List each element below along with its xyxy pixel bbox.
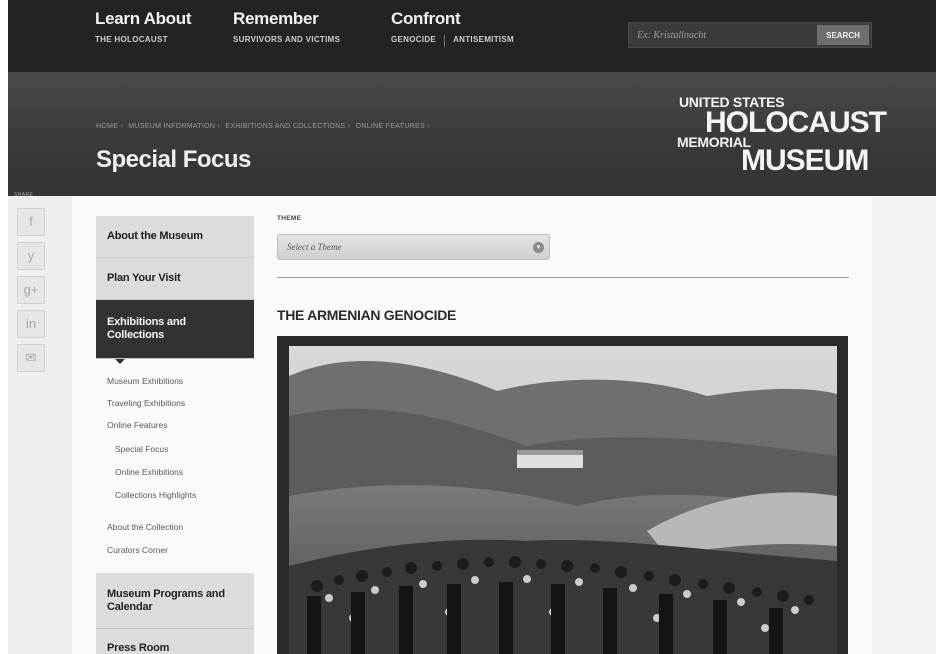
share-label: SHARE	[14, 192, 34, 198]
sidebar-item-exhibitions-and-collections[interactable]: Exhibitions and Collections	[96, 300, 254, 359]
googleplus-icon: g+	[23, 282, 39, 297]
breadcrumb-home[interactable]: HOME ›	[96, 123, 123, 130]
googleplus-share-button[interactable]: g+	[17, 276, 45, 304]
search-box: SEARCH	[628, 22, 872, 48]
sidebar-item-plan-your-visit[interactable]: Plan Your Visit	[96, 258, 254, 300]
facebook-share-button[interactable]: f	[17, 208, 45, 236]
logo-line-museum: MUSEUM	[741, 144, 869, 177]
nav-link-genocide[interactable]: GENOCIDE	[391, 35, 436, 44]
right-gutter	[872, 196, 936, 654]
page-title: Special Focus	[96, 146, 251, 173]
sidebar-item-about-the-museum[interactable]: About the Museum	[96, 216, 254, 258]
nav-learn-about[interactable]: Learn About THE HOLOCAUST	[95, 10, 191, 47]
sidebar-item-press-room[interactable]: Press Room	[96, 629, 254, 654]
theme-select[interactable]: Select a Theme ▾	[277, 234, 550, 260]
nav-confront[interactable]: Confront GENOCIDE ANTISEMITISM	[391, 10, 514, 47]
sidebar-subitem-curators-corner[interactable]: Curators Corner	[107, 545, 168, 555]
armenian-genocide-photo[interactable]	[277, 336, 848, 654]
theme-label: THEME	[277, 215, 302, 222]
nav-remember[interactable]: Remember SURVIVORS AND VICTIMS	[233, 10, 340, 47]
museum-logo[interactable]: UNITED STATES HOLOCAUST MEMORIAL MUSEUM	[677, 94, 887, 184]
sidebar-subitem-about-the-collection[interactable]: About the Collection	[107, 522, 183, 532]
section-divider	[277, 277, 849, 278]
email-share-button[interactable]: ✉	[17, 344, 45, 372]
sidebar-subitem-online-exhibitions[interactable]: Online Exhibitions	[115, 467, 183, 477]
nav-title-confront[interactable]: Confront	[391, 10, 514, 28]
sidebar-subitem-collections-highlights[interactable]: Collections Highlights	[115, 490, 196, 500]
nav-separator	[444, 34, 446, 47]
twitter-icon: y	[27, 248, 35, 263]
active-item-caret	[115, 359, 125, 364]
top-navigation: Learn About THE HOLOCAUST Remember SURVI…	[8, 0, 936, 72]
search-input[interactable]	[629, 23, 815, 47]
nav-link-survivors-and-victims[interactable]: SURVIVORS AND VICTIMS	[233, 35, 340, 44]
email-icon: ✉	[25, 350, 37, 365]
breadcrumb-exhibitions-and-collections[interactable]: EXHIBITIONS AND COLLECTIONS ›	[225, 123, 350, 130]
facebook-icon: f	[29, 214, 33, 229]
nav-title-learn-about[interactable]: Learn About	[95, 10, 191, 28]
linkedin-share-button[interactable]: in	[17, 310, 45, 338]
theme-select-value: Select a Theme	[287, 242, 342, 252]
breadcrumb: HOME › MUSEUM INFORMATION › EXHIBITIONS …	[96, 123, 433, 130]
breadcrumb-museum-information[interactable]: MUSEUM INFORMATION ›	[128, 123, 220, 130]
sidebar-subitem-special-focus[interactable]: Special Focus	[115, 444, 168, 454]
sidebar-subitem-museum-exhibitions[interactable]: Museum Exhibitions	[107, 376, 183, 386]
logo-line-memorial: MEMORIAL	[677, 134, 751, 150]
nav-title-remember[interactable]: Remember	[233, 10, 340, 28]
page-header: HOME › MUSEUM INFORMATION › EXHIBITIONS …	[8, 72, 936, 196]
linkedin-icon: in	[25, 316, 37, 331]
historic-photograph	[277, 336, 848, 654]
breadcrumb-online-features[interactable]: ONLINE FEATURES ›	[356, 123, 430, 130]
section-title: THE ARMENIAN GENOCIDE	[277, 307, 457, 323]
sidebar-subitem-online-features[interactable]: Online Features	[107, 420, 167, 430]
sidebar-item-museum-programs-and-calendar[interactable]: Museum Programs and Calendar	[96, 573, 254, 629]
nav-link-the-holocaust[interactable]: THE HOLOCAUST	[95, 35, 168, 44]
twitter-share-button[interactable]: y	[17, 242, 45, 270]
nav-link-antisemitism[interactable]: ANTISEMITISM	[453, 35, 514, 44]
search-button[interactable]: SEARCH	[817, 25, 869, 45]
sidebar-subitem-traveling-exhibitions[interactable]: Traveling Exhibitions	[107, 398, 185, 408]
chevron-down-icon: ▾	[533, 242, 544, 253]
